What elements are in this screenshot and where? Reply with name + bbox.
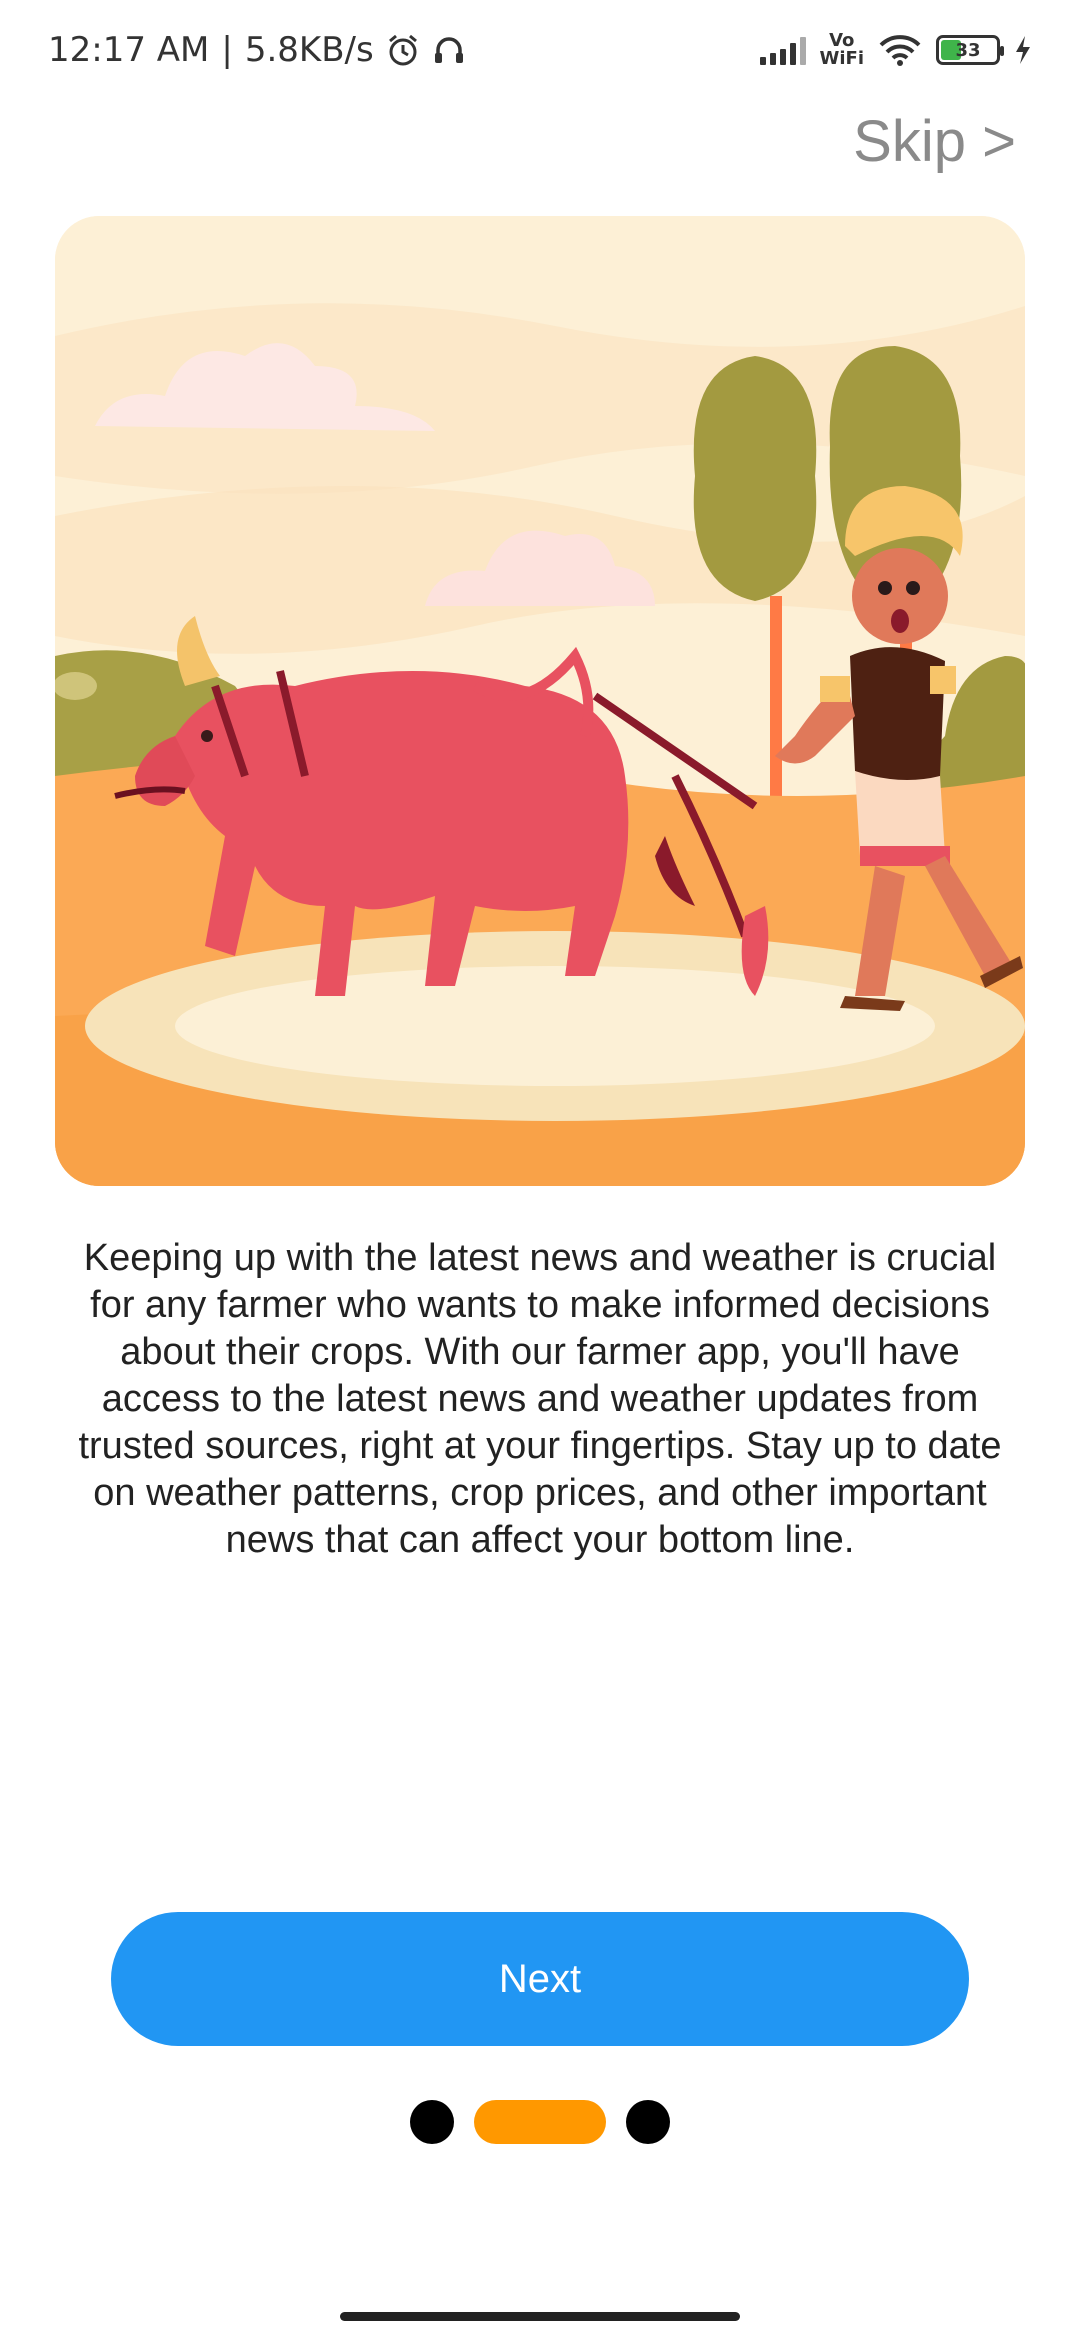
separator: | — [221, 30, 233, 70]
page-dot-3[interactable] — [626, 2100, 670, 2144]
battery-icon: 33 — [936, 35, 1004, 65]
alarm-icon — [388, 34, 417, 66]
onboarding-description: Keeping up with the latest news and weat… — [78, 1237, 1002, 1561]
clock: 12:17 AM — [48, 30, 210, 70]
page-dot-2-active[interactable] — [474, 2100, 606, 2144]
status-right: Vo WiFi 33 — [759, 30, 1033, 69]
next-button[interactable]: Next — [111, 1912, 969, 2046]
wifi-icon — [879, 35, 921, 66]
farmer-plowing-illustration — [55, 216, 1025, 1186]
vowifi-icon: Vo WiFi — [819, 30, 865, 69]
status-left: 12:17 AM | 5.8KB/s — [48, 30, 466, 70]
hero-illustration — [55, 216, 1025, 1186]
battery-level: 33 — [955, 39, 981, 61]
tree-1 — [693, 356, 817, 601]
status-bar: 12:17 AM | 5.8KB/s Vo WiFi 33 — [0, 0, 1080, 100]
pagination-indicator — [0, 2100, 1080, 2144]
signal-icon — [759, 35, 806, 65]
headphones-icon — [434, 37, 463, 63]
network-speed: 5.8KB/s — [244, 30, 374, 70]
skip-button[interactable]: Skip > — [853, 108, 1016, 175]
page-dot-1[interactable] — [410, 2100, 454, 2144]
home-indicator[interactable] — [340, 2312, 740, 2321]
charging-icon — [1016, 36, 1030, 64]
